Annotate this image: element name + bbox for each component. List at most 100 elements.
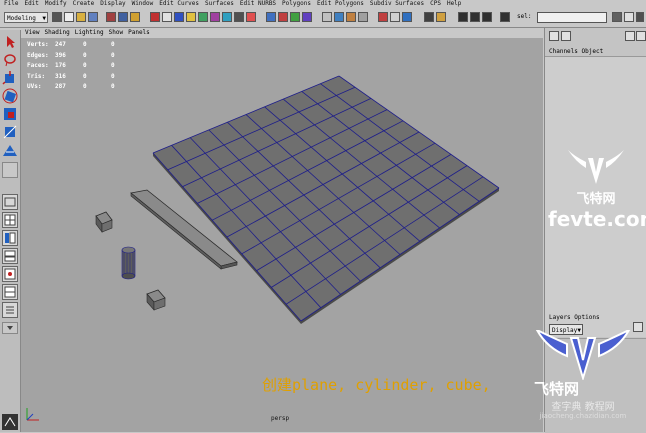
lasso-tool-icon[interactable]: [2, 52, 18, 68]
status-line: Modeling ▼ sel:: [0, 9, 646, 28]
mode-selector-value: Modeling: [7, 15, 36, 22]
history-icon[interactable]: [402, 12, 412, 22]
new-layer-icon[interactable]: [633, 322, 643, 332]
history-icon[interactable]: [346, 12, 356, 22]
watermark-bottom-sub2: jiaocheng.chazidian.com: [539, 412, 627, 420]
axis-indicator-icon: [26, 408, 39, 421]
mask-icon[interactable]: [150, 12, 160, 22]
menu-item[interactable]: CPS: [430, 0, 441, 8]
mask-icon[interactable]: [246, 12, 256, 22]
layer-editor-title[interactable]: Layers Options: [549, 314, 600, 321]
mask-icon[interactable]: [222, 12, 232, 22]
toggle-attribute-icon[interactable]: [561, 31, 571, 41]
select-component-icon[interactable]: [130, 12, 140, 22]
select-hierarchy-icon[interactable]: [106, 12, 116, 22]
soft-mod-icon[interactable]: [2, 142, 18, 158]
scene-geometry[interactable]: [21, 28, 543, 432]
history-icon[interactable]: [390, 12, 400, 22]
snap-grid-icon[interactable]: [266, 12, 276, 22]
rotate-tool-icon[interactable]: [2, 88, 18, 104]
watermark-top-cn: 飞特网: [576, 192, 616, 207]
divider-icon: [52, 12, 62, 22]
snap-surface-icon[interactable]: [302, 12, 312, 22]
layout-persp-icon[interactable]: [2, 284, 18, 300]
layout-hypershade-icon[interactable]: [2, 266, 18, 282]
mask-icon[interactable]: [174, 12, 184, 22]
scale-tool-icon[interactable]: [2, 106, 18, 122]
toolbox-scroll-icon[interactable]: [2, 322, 18, 334]
menu-item[interactable]: File: [4, 0, 18, 8]
layout-outliner-icon[interactable]: [2, 230, 18, 246]
selection-label: sel:: [517, 13, 532, 20]
snap-point-icon[interactable]: [290, 12, 300, 22]
new-scene-icon[interactable]: [64, 12, 74, 22]
poly-cube-small-a[interactable]: [95, 211, 113, 233]
mask-icon[interactable]: [198, 12, 208, 22]
channel-box-title[interactable]: Channels Object: [549, 48, 603, 55]
menu-item[interactable]: Edit Polygons: [317, 0, 364, 8]
toggle-tool-settings-icon[interactable]: [625, 31, 635, 41]
render-icon[interactable]: [424, 12, 434, 22]
open-scene-icon[interactable]: [76, 12, 86, 22]
watermark-top: 飞特网 fevte.com: [548, 148, 646, 231]
render-icon[interactable]: [500, 12, 510, 22]
history-icon[interactable]: [322, 12, 332, 22]
wings-logo-icon: [535, 330, 631, 380]
panel-icon[interactable]: [624, 12, 634, 22]
layout-single-icon[interactable]: [2, 194, 18, 210]
viewport-persp[interactable]: View Shading Lighting Show Panels Verts: 247 0…: [21, 28, 543, 432]
render-icon[interactable]: [436, 12, 446, 22]
move-tool-icon[interactable]: [2, 70, 18, 86]
menu-item[interactable]: Subdiv Surfaces: [370, 0, 424, 8]
menu-item[interactable]: Polygons: [282, 0, 311, 8]
save-scene-icon[interactable]: [88, 12, 98, 22]
toggle-channel-box-icon[interactable]: [549, 31, 559, 41]
layout-graph-icon[interactable]: [2, 248, 18, 264]
script-editor-icon[interactable]: [2, 414, 18, 430]
menu-bar: File Edit Modify Create Display Window Edit Cu…: [0, 0, 646, 8]
selection-field[interactable]: [537, 12, 607, 23]
poly-plane[interactable]: [152, 75, 500, 324]
plane-face[interactable]: [153, 76, 499, 321]
history-icon[interactable]: [334, 12, 344, 22]
toolbox: [0, 30, 21, 432]
render-icon[interactable]: [470, 12, 480, 22]
history-icon[interactable]: [378, 12, 388, 22]
last-tool-icon[interactable]: [2, 162, 18, 178]
menu-item[interactable]: Edit NURBS: [240, 0, 276, 8]
wings-logo-icon: [568, 150, 624, 184]
panel-icon[interactable]: [612, 12, 622, 22]
mask-icon[interactable]: [210, 12, 220, 22]
history-icon[interactable]: [358, 12, 368, 22]
watermark-bottom-cn: 飞特网: [534, 380, 580, 398]
watermark-bottom-sub: 查字典 教程网: [551, 402, 615, 413]
menu-item[interactable]: Help: [447, 0, 461, 8]
poly-cylinder[interactable]: [121, 246, 136, 280]
menu-item[interactable]: Create: [73, 0, 95, 8]
render-icon[interactable]: [482, 12, 492, 22]
camera-label: persp: [271, 415, 290, 422]
panel-icon[interactable]: [636, 12, 644, 22]
select-tool-icon[interactable]: [2, 34, 18, 50]
menu-item[interactable]: Edit Curves: [159, 0, 199, 8]
snap-curve-icon[interactable]: [278, 12, 288, 22]
menu-item[interactable]: Modify: [45, 0, 67, 8]
render-icon[interactable]: [458, 12, 468, 22]
chevron-down-icon[interactable]: ▼: [42, 13, 46, 24]
poly-cube-small-b[interactable]: [146, 289, 166, 311]
menu-item[interactable]: Surfaces: [205, 0, 234, 8]
menu-item[interactable]: Edit: [24, 0, 38, 8]
watermark-top-url: fevte.com: [548, 207, 646, 231]
layout-list-icon[interactable]: [2, 302, 18, 318]
menu-item[interactable]: Window: [132, 0, 154, 8]
mask-icon[interactable]: [186, 12, 196, 22]
mode-selector[interactable]: Modeling ▼: [4, 12, 48, 23]
select-object-icon[interactable]: [118, 12, 128, 22]
tutorial-caption: 创建plane, cylinder, cube,: [262, 376, 491, 394]
layout-four-icon[interactable]: [2, 212, 18, 228]
mask-icon[interactable]: [234, 12, 244, 22]
toggle-layers-icon[interactable]: [636, 31, 646, 41]
manipulator-tool-icon[interactable]: [2, 124, 18, 140]
mask-icon[interactable]: [162, 12, 172, 22]
menu-item[interactable]: Display: [100, 0, 125, 8]
